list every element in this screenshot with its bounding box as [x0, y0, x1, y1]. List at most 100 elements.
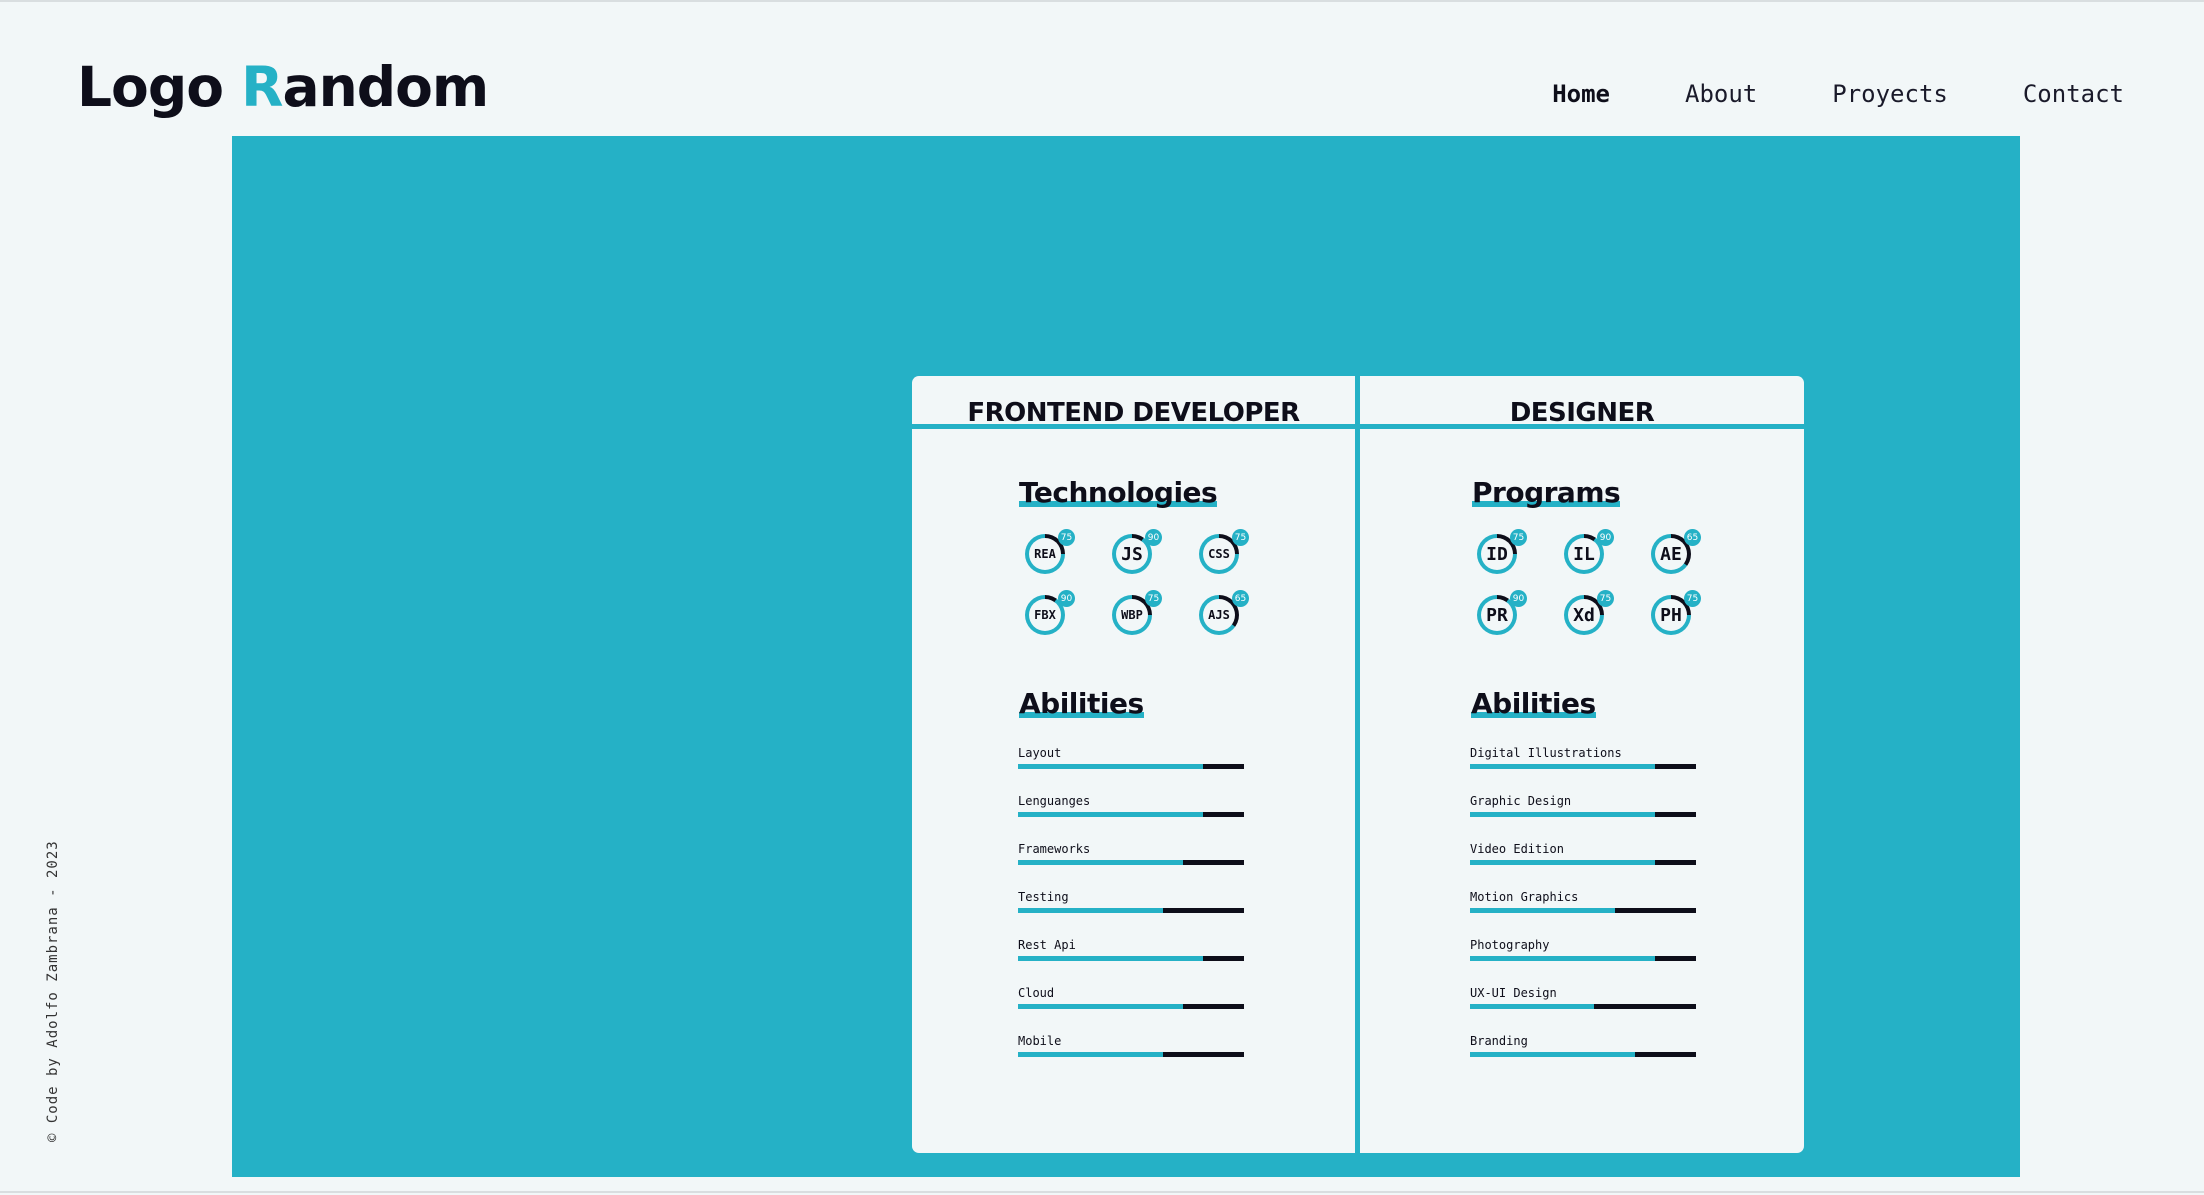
- skill-progress-fill: [1018, 1004, 1183, 1009]
- skill-label: Mobile: [1018, 1034, 1062, 1048]
- skill-badge-wbp[interactable]: WBP 75: [1112, 590, 1162, 635]
- skill-row: Testing: [1018, 890, 1244, 938]
- skill-progress-bar: [1018, 1004, 1244, 1009]
- skill-progress-bar: [1018, 764, 1244, 769]
- column-divider: [1355, 376, 1360, 1153]
- badge-percent: 90: [1510, 590, 1527, 607]
- badge-label: FBX: [1029, 599, 1061, 631]
- skill-progress-bar: [1018, 812, 1244, 817]
- skill-progress-fill: [1470, 1052, 1635, 1057]
- badge-percent: 65: [1684, 529, 1701, 546]
- technologies-heading-text: Technologies: [1019, 476, 1218, 509]
- skill-progress-bar: [1470, 1004, 1696, 1009]
- skill-badge-pr[interactable]: PR 90: [1477, 590, 1527, 635]
- programs-grid: ID 75 IL 90 AE 65 PR 90 Xd 75 PH 75: [1477, 529, 1717, 644]
- skill-row: Digital Illustrations: [1470, 746, 1696, 794]
- skill-progress-bar: [1018, 860, 1244, 865]
- skill-progress-bar: [1470, 860, 1696, 865]
- skill-row: Motion Graphics: [1470, 890, 1696, 938]
- skill-badge-ae[interactable]: AE 65: [1651, 529, 1701, 574]
- skill-label: Motion Graphics: [1470, 890, 1579, 904]
- nav-home[interactable]: Home: [1552, 80, 1610, 116]
- skill-row: Branding: [1470, 1034, 1696, 1082]
- skill-row: Rest Api: [1018, 938, 1244, 986]
- skill-badge-xd[interactable]: Xd 75: [1564, 590, 1614, 635]
- skill-badge-css[interactable]: CSS 75: [1199, 529, 1249, 574]
- skill-badge-rea[interactable]: REA 75: [1025, 529, 1075, 574]
- skill-badge-ajs[interactable]: AJS 65: [1199, 590, 1249, 635]
- badge-label: PR: [1481, 599, 1513, 631]
- nav-about[interactable]: About: [1685, 80, 1757, 116]
- badge-label: REA: [1029, 538, 1061, 570]
- frontend-abilities-heading-text: Abilities: [1019, 687, 1144, 720]
- skill-progress-fill: [1018, 956, 1204, 961]
- badge-percent: 75: [1058, 529, 1075, 546]
- designer-abilities-heading: Abilities: [1471, 687, 1596, 720]
- skill-progress-bar: [1018, 908, 1244, 913]
- skill-label: Branding: [1470, 1034, 1528, 1048]
- hero-section: FRONTEND DEVELOPER DESIGNER Technologies…: [232, 136, 2020, 1177]
- badge-percent: 90: [1597, 529, 1614, 546]
- skill-progress-fill: [1018, 860, 1183, 865]
- designer-title: DESIGNER: [1509, 398, 1655, 428]
- skill-row: Layout: [1018, 746, 1244, 794]
- skill-row: Cloud: [1018, 986, 1244, 1034]
- skill-progress-bar: [1470, 956, 1696, 961]
- badge-label: AE: [1655, 538, 1687, 570]
- skill-progress-fill: [1470, 908, 1615, 913]
- badge-percent: 90: [1058, 590, 1075, 607]
- skill-progress-fill: [1018, 764, 1204, 769]
- badge-label: Xd: [1568, 599, 1600, 631]
- skill-progress-fill: [1470, 860, 1656, 865]
- skill-label: Lenguanges: [1018, 794, 1091, 808]
- nav-proyects[interactable]: Proyects: [1832, 80, 1948, 116]
- skill-progress-bar: [1470, 812, 1696, 817]
- badge-percent: 75: [1597, 590, 1614, 607]
- skill-progress-bar: [1470, 764, 1696, 769]
- badge-percent: 75: [1684, 590, 1701, 607]
- skill-progress-fill: [1470, 956, 1656, 961]
- skill-progress-fill: [1470, 764, 1656, 769]
- skill-badge-ph[interactable]: PH 75: [1651, 590, 1701, 635]
- badge-percent: 90: [1145, 529, 1162, 546]
- skill-badge-fbx[interactable]: FBX 90: [1025, 590, 1075, 635]
- skill-label: Testing: [1018, 890, 1069, 904]
- skill-progress-bar: [1018, 956, 1244, 961]
- bottom-border: [0, 1191, 2204, 1193]
- badge-label: ID: [1481, 538, 1513, 570]
- badge-label: IL: [1568, 538, 1600, 570]
- skill-progress-fill: [1470, 1004, 1595, 1009]
- badge-percent: 75: [1145, 590, 1162, 607]
- frontend-title: FRONTEND DEVELOPER: [967, 398, 1300, 428]
- skill-progress-bar: [1470, 908, 1696, 913]
- skill-label: Video Edition: [1470, 842, 1564, 856]
- badge-label: WBP: [1116, 599, 1148, 631]
- skill-badge-il[interactable]: IL 90: [1564, 529, 1614, 574]
- main-nav: Home About Proyects Contact: [1552, 80, 2124, 116]
- footer-credit: © Code by Adolfo Zambrana - 2023: [45, 840, 61, 1142]
- skill-row: UX-UI Design: [1470, 986, 1696, 1034]
- skill-label: Frameworks: [1018, 842, 1091, 856]
- badge-percent: 65: [1232, 590, 1249, 607]
- programs-heading-text: Programs: [1472, 476, 1621, 509]
- logo[interactable]: Logo Random: [77, 52, 489, 122]
- skill-label: UX-UI Design: [1470, 986, 1557, 1000]
- skill-badge-id[interactable]: ID 75: [1477, 529, 1527, 574]
- badge-label: JS: [1116, 538, 1148, 570]
- skills-card: FRONTEND DEVELOPER DESIGNER Technologies…: [912, 376, 1804, 1153]
- skill-progress-fill: [1018, 812, 1204, 817]
- skill-badge-js[interactable]: JS 90: [1112, 529, 1162, 574]
- skill-label: Cloud: [1018, 986, 1055, 1000]
- skill-row: Mobile: [1018, 1034, 1244, 1082]
- technologies-grid: REA 75 JS 90 CSS 75 FBX 90 WBP 75 AJS 65: [1025, 529, 1265, 644]
- skill-label: Digital Illustrations: [1470, 746, 1622, 760]
- skill-progress-fill: [1018, 908, 1163, 913]
- skill-label: Photography: [1470, 938, 1550, 952]
- skill-progress-fill: [1018, 1052, 1163, 1057]
- skill-label: Graphic Design: [1470, 794, 1572, 808]
- skill-row: Lenguanges: [1018, 794, 1244, 842]
- nav-contact[interactable]: Contact: [2023, 80, 2124, 116]
- skill-row: Video Edition: [1470, 842, 1696, 890]
- skill-progress-bar: [1470, 1052, 1696, 1057]
- logo-accent-letter: R: [241, 55, 283, 119]
